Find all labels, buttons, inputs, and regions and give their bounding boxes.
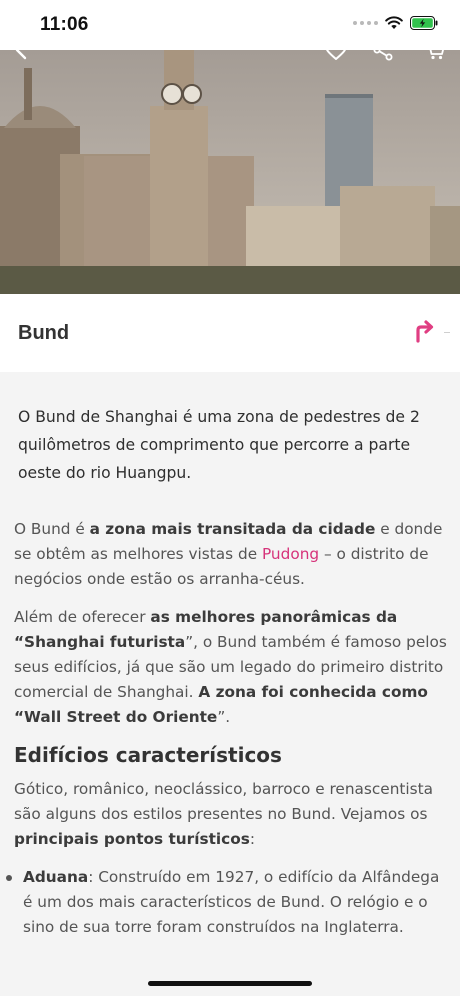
- directions-button[interactable]: [414, 318, 444, 344]
- paragraph-panoramas: Além de oferecer as melhores panorâmicas…: [14, 608, 447, 726]
- article-content: O Bund de Shanghai é uma zona de pedestr…: [0, 372, 460, 996]
- cart-button[interactable]: [420, 36, 450, 64]
- section-heading: Edifícios característicos: [14, 743, 282, 767]
- share-icon: [373, 39, 393, 61]
- wifi-icon: [385, 16, 403, 29]
- status-time: 11:06: [40, 14, 89, 35]
- pudong-link[interactable]: Pudong: [262, 545, 319, 563]
- favorite-button[interactable]: [321, 36, 351, 64]
- signal-dots-icon: [353, 21, 378, 25]
- back-icon: [15, 40, 27, 60]
- cart-icon: [426, 42, 445, 60]
- heart-icon: [325, 40, 347, 60]
- home-indicator: [148, 981, 312, 986]
- place-header: Bund: [0, 294, 460, 372]
- bullet-aduana: Aduana: Construído em 1927, o edifício d…: [23, 868, 440, 936]
- back-button[interactable]: [6, 36, 36, 64]
- more-indicator: [444, 332, 450, 333]
- battery-charging-icon: [410, 16, 438, 30]
- top-nav: [0, 36, 460, 68]
- place-title: Bund: [18, 322, 70, 344]
- summary-text: O Bund de Shanghai é uma zona de pedestr…: [18, 408, 420, 482]
- share-button[interactable]: [368, 36, 398, 64]
- paragraph-styles: Gótico, românico, neoclássico, barroco e…: [14, 780, 433, 848]
- paragraph-intro: O Bund é a zona mais transitada da cidad…: [14, 520, 443, 588]
- hero-image: [0, 36, 460, 294]
- bullet-marker: [6, 875, 12, 881]
- turn-right-arrow-icon: [416, 320, 434, 343]
- status-icons: [353, 16, 438, 30]
